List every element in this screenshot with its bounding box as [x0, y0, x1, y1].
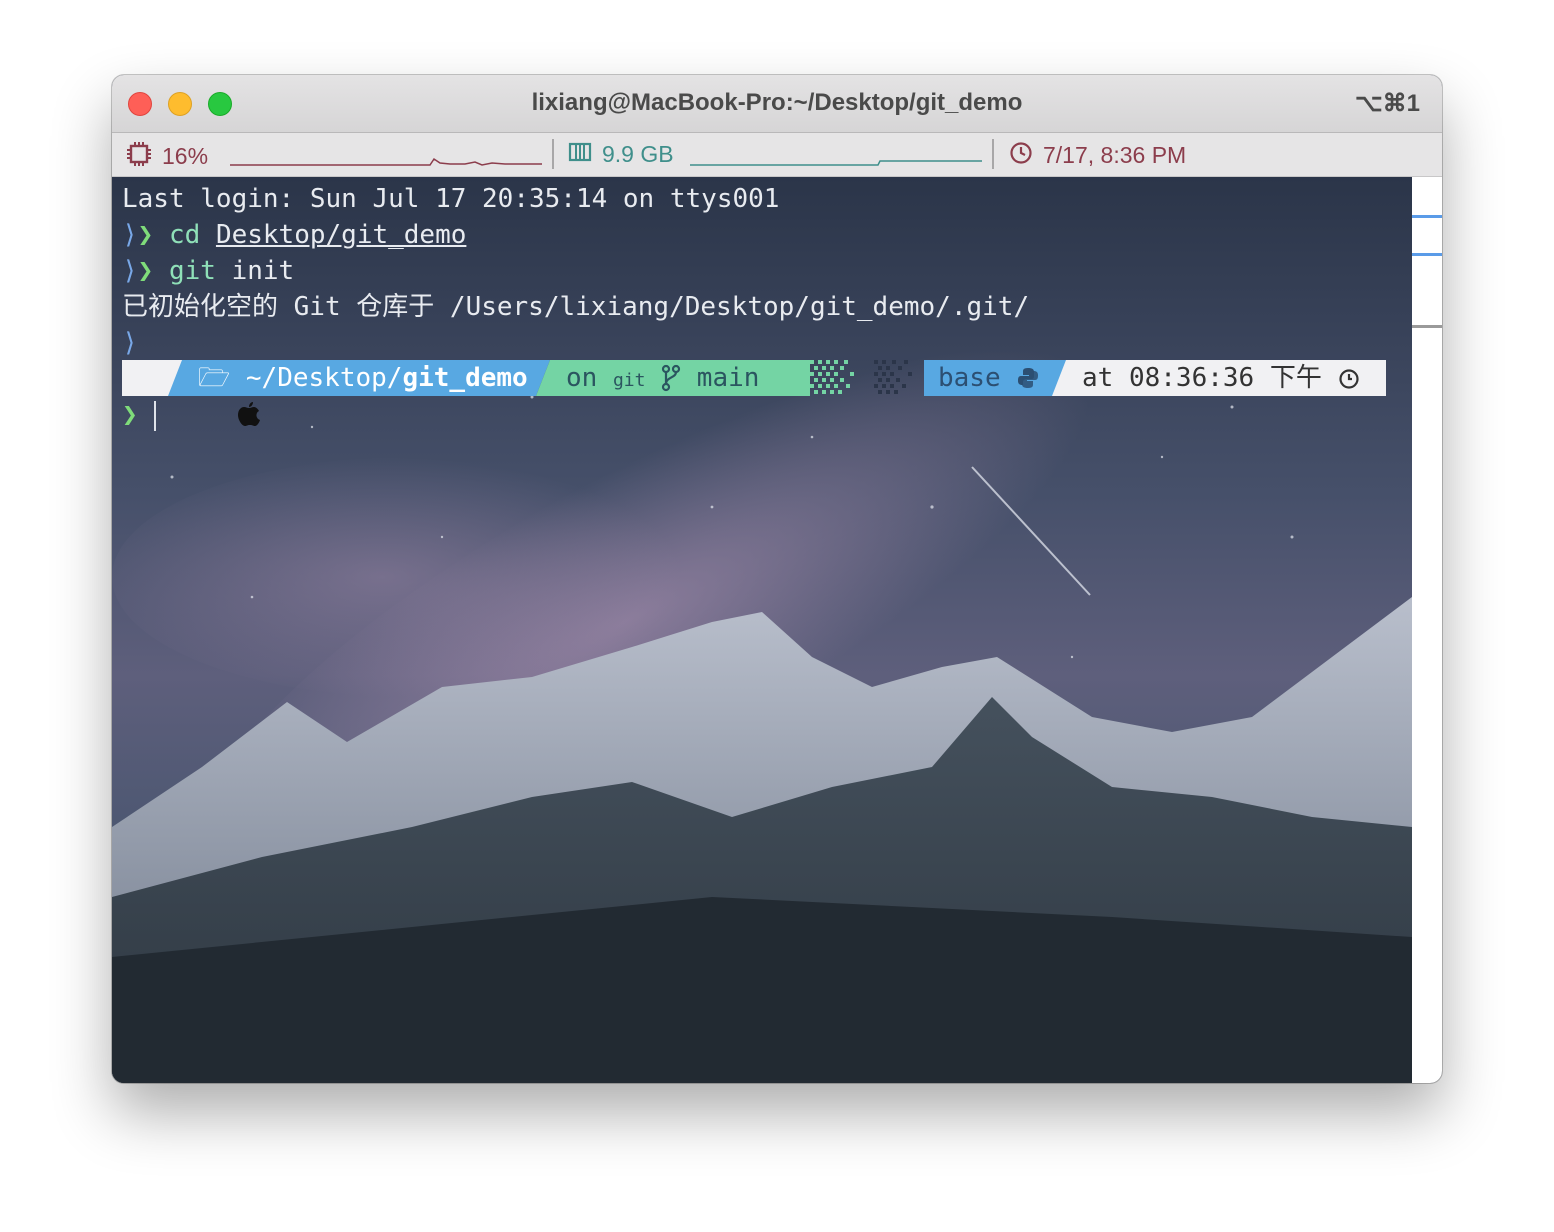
command-name: cd — [168, 220, 201, 250]
prompt-directory-segment: 🗁 ~/Desktop/git_demo — [168, 360, 550, 396]
scroll-gutter[interactable] — [1412, 177, 1442, 1083]
prompt-symbol: ❯ — [122, 400, 138, 430]
prompt-symbol: ❯ — [137, 220, 154, 250]
datetime-value: 7/17, 8:36 PM — [1043, 142, 1187, 168]
command-argument: init — [231, 256, 295, 286]
memory-stat[interactable]: 9.9 GB — [568, 141, 674, 168]
cpu-chip-icon — [126, 141, 152, 172]
clock-icon — [1009, 141, 1033, 170]
memory-value: 9.9 GB — [602, 141, 674, 167]
branch-icon — [661, 363, 681, 393]
prompt-indicator: ⟩ — [122, 220, 138, 250]
cpu-stat[interactable]: 16% — [126, 141, 208, 172]
status-divider — [992, 139, 994, 169]
powerline-prompt: 🗁 ~/Desktop/git_demo on git main base at… — [122, 360, 1386, 426]
directory-prefix: ~/Desktop/ — [245, 363, 403, 393]
window-shortcut: ⌥⌘1 — [1354, 90, 1420, 117]
status-bar: 16% 9.9 GB 7/17, 8:36 PM — [112, 133, 1442, 177]
command-argument[interactable]: Desktop/git_demo — [216, 220, 466, 250]
memory-sparkline — [690, 160, 982, 166]
datetime-stat[interactable]: 7/17, 8:36 PM — [1009, 141, 1186, 170]
prompt-symbol: ❯ — [137, 256, 154, 286]
scroll-mark — [1412, 253, 1442, 256]
window-title: lixiang@MacBook-Pro:~/Desktop/git_demo — [531, 89, 1023, 116]
terminal-body[interactable]: Last login: Sun Jul 17 20:35:14 on ttys0… — [112, 177, 1412, 1083]
scroll-mark — [1412, 325, 1442, 328]
clock-icon — [1338, 363, 1360, 393]
command-output: 已初始化空的 Git 仓库于 /Users/lixiang/Desktop/gi… — [122, 292, 1030, 322]
cpu-value: 16% — [162, 143, 209, 169]
scroll-mark — [1412, 215, 1442, 218]
prompt-dither-right — [810, 360, 854, 394]
branch-name: main — [696, 363, 760, 393]
time-label: at 08:36:36 下午 — [1082, 363, 1322, 393]
memory-icon — [568, 141, 592, 168]
prompt-time-segment: at 08:36:36 下午 — [1052, 360, 1386, 396]
command-line-2: ⟩❯ git init — [122, 253, 294, 289]
last-login-line: Last login: Sun Jul 17 20:35:14 on ttys0… — [122, 184, 780, 214]
title-bar[interactable]: lixiang@MacBook-Pro:~/Desktop/git_demo ⌥… — [112, 75, 1442, 133]
env-name: base — [938, 363, 1001, 393]
command-name: git — [168, 256, 216, 286]
text-cursor[interactable] — [154, 401, 156, 431]
git-icon: git — [612, 370, 646, 391]
python-icon — [1016, 363, 1040, 393]
prompt-git-segment: on git main — [536, 360, 810, 396]
prompt-env-segment: base — [924, 360, 1066, 396]
cpu-sparkline — [230, 157, 542, 166]
directory-name: git_demo — [402, 363, 528, 393]
prompt-dither-left — [874, 360, 912, 394]
status-divider — [552, 139, 554, 169]
prompt-indicator: ⟩ — [122, 328, 138, 358]
command-line-1: ⟩❯ cd Desktop/git_demo — [122, 217, 466, 253]
terminal-window: lixiang@MacBook-Pro:~/Desktop/git_demo ⌥… — [112, 75, 1442, 1083]
prompt-indicator: ⟩ — [122, 256, 138, 286]
